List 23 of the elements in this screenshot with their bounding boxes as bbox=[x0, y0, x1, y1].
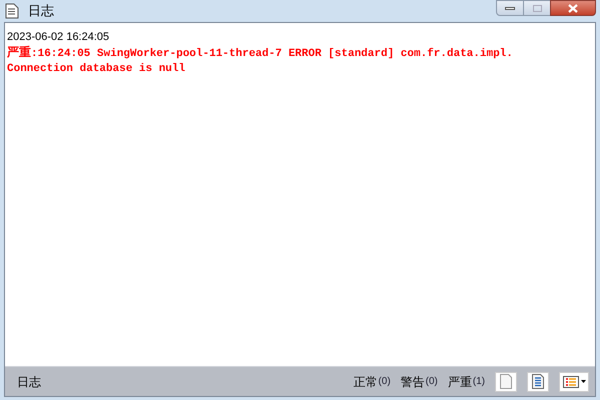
level-label: 严重 bbox=[448, 374, 472, 390]
minimize-button[interactable] bbox=[496, 0, 524, 16]
level-count: (0) bbox=[378, 375, 391, 389]
level-label: 警告 bbox=[400, 374, 425, 390]
level-count: (1) bbox=[472, 375, 485, 389]
severity-label: 严重 bbox=[7, 45, 31, 60]
caret-icon bbox=[580, 380, 586, 383]
blank-page-icon bbox=[500, 374, 512, 389]
window-title: 日志 bbox=[28, 2, 54, 20]
close-button[interactable] bbox=[550, 0, 596, 16]
level-count: (0) bbox=[426, 375, 438, 389]
level-label: 正常 bbox=[353, 374, 378, 390]
list-icon bbox=[562, 376, 578, 388]
status-title: 日志 bbox=[17, 374, 41, 390]
detail-log-button[interactable] bbox=[527, 372, 549, 392]
close-icon bbox=[568, 4, 578, 12]
plain-log-button[interactable] bbox=[495, 372, 517, 392]
log-message: Connection database is null bbox=[7, 62, 186, 77]
log-timestamp: 2023-06-02 16:24:05 bbox=[7, 30, 110, 45]
document-icon bbox=[532, 374, 544, 389]
document-icon bbox=[5, 3, 19, 19]
filter-dropdown-button[interactable] bbox=[559, 372, 589, 392]
log-message: :16:24:05 SwingWorker-pool-11-thread-7 ERROR [standard] com.fr.data.impl. bbox=[31, 47, 513, 62]
